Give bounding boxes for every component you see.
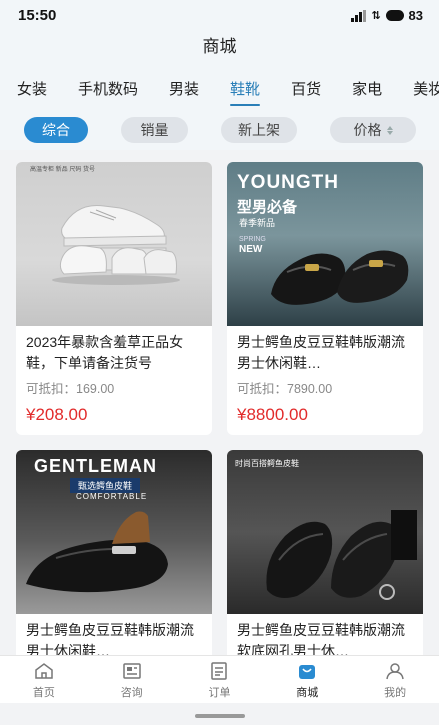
tab-news-label: 咨询 [120, 687, 143, 699]
battery-level: 83 [408, 8, 423, 23]
tab-profile[interactable]: 我的 [351, 656, 439, 703]
home-icon [35, 663, 53, 679]
product-card[interactable]: YOUNGTH 型男必备 春季新品 SPRING NEW 男士鳄鱼皮豆豆鞋韩版潮… [227, 162, 423, 435]
tab-shop-label: 商城 [296, 687, 319, 699]
news-icon [122, 663, 141, 679]
product-deduct: 可抵扣：7890.00 [237, 382, 333, 396]
sort-overall-button[interactable]: 综合 [24, 117, 88, 143]
sort-price-label: 价格 [353, 122, 382, 138]
tab-women-clothing[interactable]: 女装 [17, 70, 47, 112]
product-grid: 高温专柜 新品 尺码 货号 2023年暴款含羞草正品女鞋，下单请备注货号 可抵扣… [0, 150, 439, 655]
product-name: 男士鳄鱼皮豆豆鞋韩版潮流软底网孔男士休… [237, 622, 405, 655]
sort-arrows-icon [386, 125, 393, 135]
status-indicators: ⇅ 83 [351, 8, 423, 23]
product-deduct: 可抵扣：169.00 [26, 382, 115, 396]
category-tabs: 女装 手机数码 男装 鞋靴 百货 家电 美妆 [0, 70, 439, 112]
product-name: 男士鳄鱼皮豆豆鞋韩版潮流男士休闲鞋… [26, 622, 194, 655]
tab-shop[interactable]: 商城 [263, 656, 351, 703]
shop-icon [299, 665, 316, 679]
loafer-illustration [271, 250, 409, 305]
tab-home[interactable]: 首页 [0, 656, 88, 703]
product-image-gentleman-loafer: GENTLEMAN 甄选鳄鱼皮鞋 COMFORTABLE [16, 450, 212, 614]
loafer-illustration [26, 511, 168, 593]
tab-orders-label: 订单 [208, 687, 231, 699]
product-image-black-loafers: YOUNGTH 型男必备 春季新品 SPRING NEW [227, 162, 423, 326]
product-image-croc-loafers: 时尚百搭鳄鱼皮鞋 [227, 450, 423, 614]
bottom-tab-bar: 首页 咨询 订单 商城 我的 [0, 655, 439, 703]
tab-men-clothing[interactable]: 男装 [169, 70, 199, 112]
user-icon [386, 663, 404, 680]
status-time: 15:50 [18, 7, 57, 24]
product-price: ¥208.00 [26, 405, 88, 424]
sort-price-button[interactable]: 价格 [330, 117, 416, 143]
battery-icon [385, 10, 404, 21]
product-card[interactable]: 时尚百搭鳄鱼皮鞋 男士鳄鱼皮豆豆鞋韩版潮流软底网孔男士休… [227, 450, 423, 655]
sneaker-illustration [52, 204, 180, 285]
tab-shoes[interactable]: 鞋靴 [230, 70, 261, 112]
page-title: 商城 [202, 37, 237, 56]
tab-home-label: 首页 [32, 687, 55, 699]
product-name: 2023年暴款含羞草正品女鞋，下单请备注货号 [26, 334, 184, 371]
product-image-white-sneakers: 高温专柜 新品 尺码 货号 [16, 162, 212, 326]
page-header: 商城 [0, 32, 439, 70]
order-icon [211, 662, 228, 680]
tab-beauty[interactable]: 美妆 [413, 70, 439, 112]
sort-sales-button[interactable]: 销量 [121, 117, 188, 143]
product-name: 男士鳄鱼皮豆豆鞋韩版潮流男士休闲鞋… [237, 334, 405, 371]
product-card[interactable]: GENTLEMAN 甄选鳄鱼皮鞋 COMFORTABLE 男士鳄鱼皮豆豆鞋韩版潮… [16, 450, 212, 655]
tab-appliances[interactable]: 家电 [352, 70, 382, 112]
tab-news[interactable]: 咨询 [88, 656, 176, 703]
sort-new-button[interactable]: 新上架 [221, 117, 297, 143]
tab-digital[interactable]: 手机数码 [78, 70, 138, 112]
tab-profile-label: 我的 [384, 687, 407, 699]
home-indicator [195, 714, 245, 718]
product-card[interactable]: 高温专柜 新品 尺码 货号 2023年暴款含羞草正品女鞋，下单请备注货号 可抵扣… [16, 162, 212, 435]
status-bar: 15:50 ⇅ 83 [0, 0, 439, 32]
loafer-illustration [266, 510, 417, 600]
tab-general-goods[interactable]: 百货 [291, 70, 321, 112]
tab-orders[interactable]: 订单 [176, 656, 264, 703]
product-price: ¥8800.00 [237, 405, 308, 424]
signal-icon [351, 9, 367, 22]
sort-bar: 综合 销量 新上架 价格 [0, 112, 439, 150]
network-icon: ⇅ [371, 10, 381, 22]
